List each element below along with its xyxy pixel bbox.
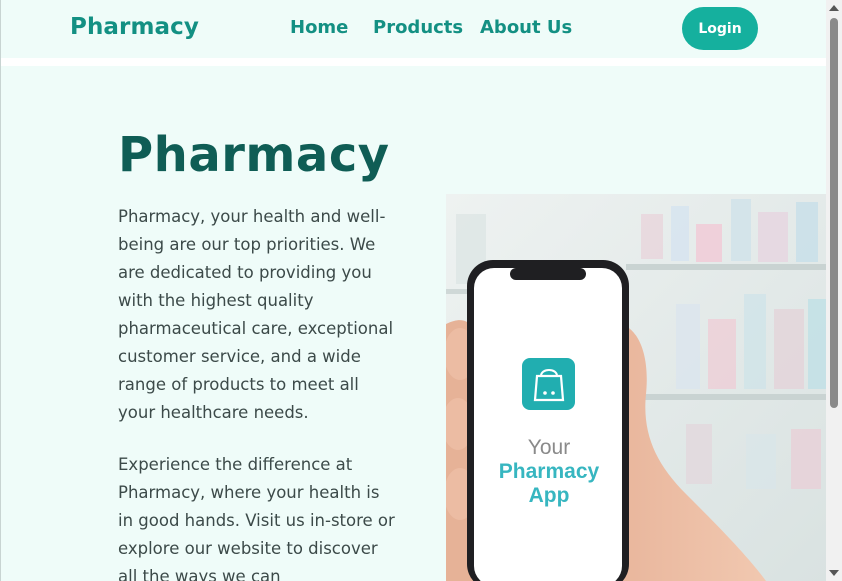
shopping-bag-icon [522, 358, 575, 410]
navbar: Pharmacy Home Products About Us Login [1, 0, 826, 58]
login-button[interactable]: Login [682, 7, 758, 50]
nav-home-link[interactable]: Home [290, 17, 348, 38]
hero-paragraph-2: Experience the difference at Pharmacy, w… [118, 455, 395, 581]
nav-about-link[interactable]: About Us [480, 17, 572, 38]
brand-logo[interactable]: Pharmacy [70, 14, 199, 40]
nav-products-link[interactable]: Products [373, 17, 463, 38]
phone-in-hand-illustration: Your Pharmacy App [446, 194, 826, 581]
scroll-down-icon[interactable] [829, 570, 839, 576]
hero-paragraph-1: Pharmacy, your health and well-being are… [118, 207, 394, 422]
page: Pharmacy Home Products About Us Login Ph… [0, 0, 826, 581]
vertical-scrollbar[interactable] [826, 0, 842, 581]
scrollbar-thumb[interactable] [830, 18, 838, 408]
hero-image: Your Pharmacy App [446, 194, 826, 581]
svg-text:App: App [529, 484, 570, 507]
scroll-up-icon[interactable] [829, 5, 839, 11]
navbar-divider [1, 58, 826, 66]
svg-text:Your: Your [528, 436, 570, 459]
svg-text:Pharmacy: Pharmacy [499, 460, 600, 483]
hero-title: Pharmacy [118, 127, 390, 183]
